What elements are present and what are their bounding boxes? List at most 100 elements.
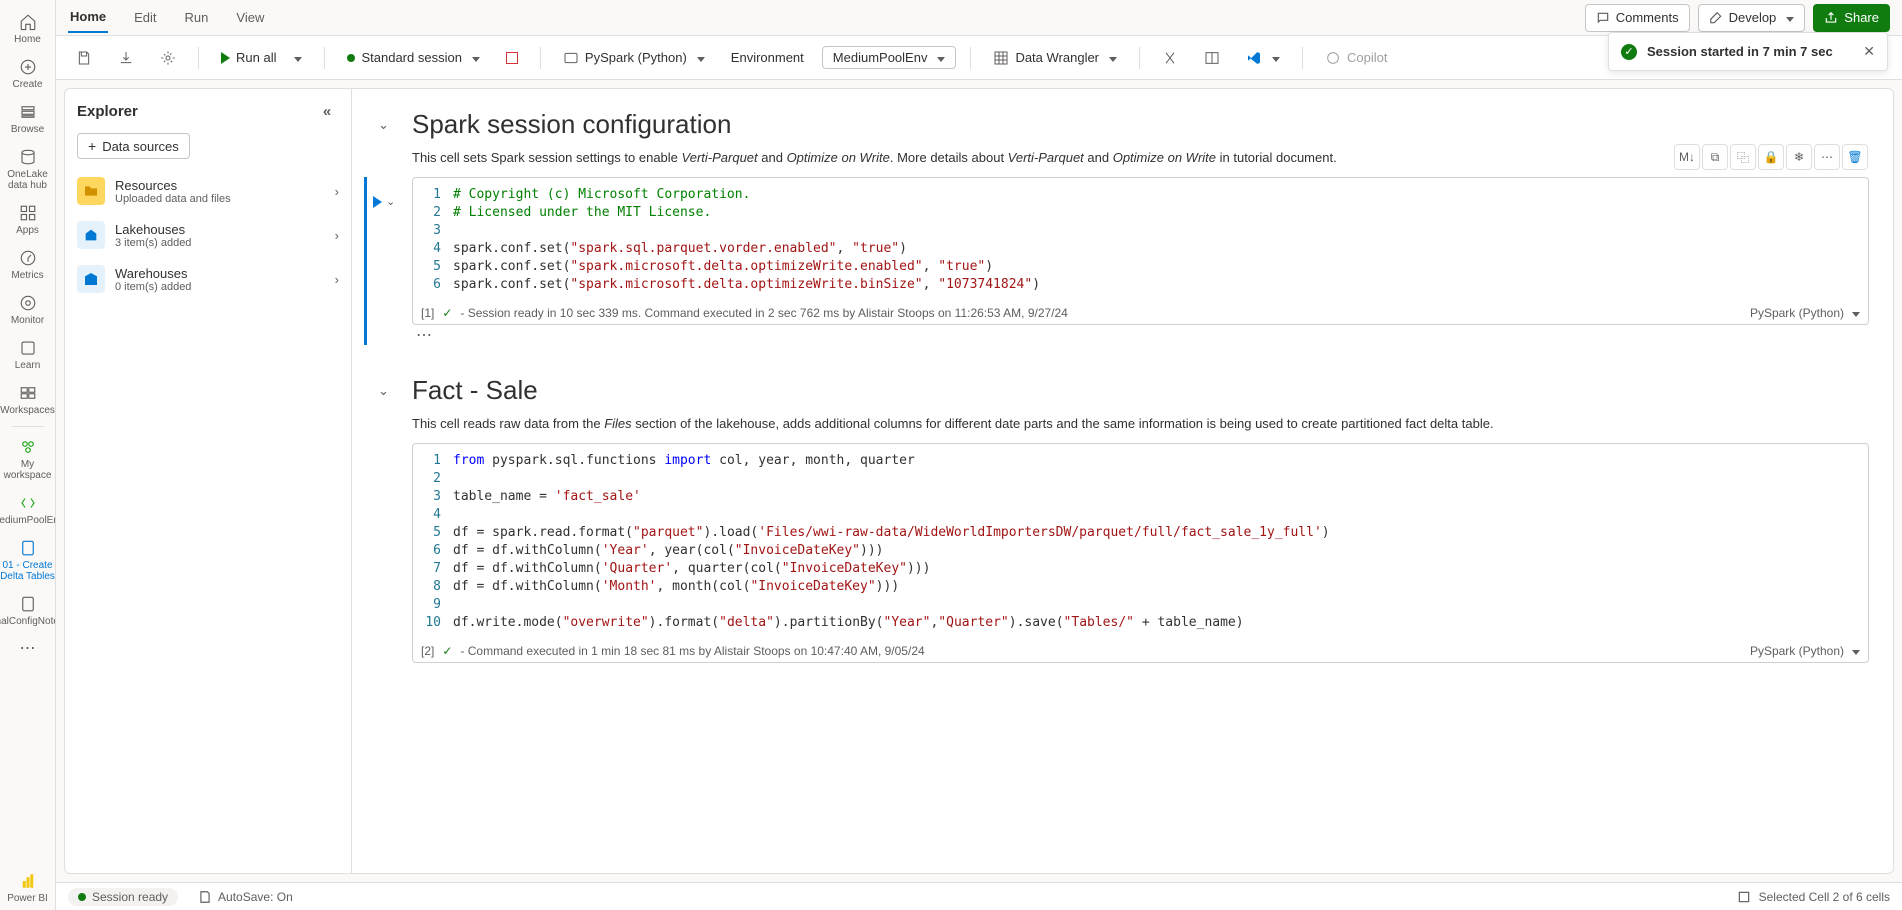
ribbon-tabs: Home Edit Run View Comments Develop Shar… <box>56 0 1902 36</box>
divider <box>970 47 971 69</box>
collapse-cell-icon[interactable]: ⌄ <box>378 383 389 399</box>
add-cell-button[interactable]: ⋯ <box>416 325 1869 345</box>
chevron-right-icon: › <box>335 184 339 199</box>
toast-message: Session started in 7 min 7 sec <box>1647 44 1833 59</box>
session-toast: ✓ Session started in 7 min 7 sec ✕ <box>1608 32 1888 71</box>
chevron-right-icon: › <box>335 228 339 243</box>
check-icon: ✓ <box>1621 44 1637 60</box>
tab-run[interactable]: Run <box>183 4 211 31</box>
variables-button[interactable] <box>1154 46 1186 70</box>
divider <box>1302 47 1303 69</box>
develop-button[interactable]: Develop <box>1698 4 1806 32</box>
notebook-editor[interactable]: ⌄ Spark session configuration This cell … <box>352 88 1894 874</box>
md2-title: Fact - Sale <box>412 375 1869 406</box>
cell-more-button[interactable]: ⋯ <box>1814 144 1840 170</box>
nav-my-workspace[interactable]: My workspace <box>0 431 56 487</box>
settings-button[interactable] <box>152 46 184 70</box>
cell-toolbar: M↓ ⧉ ⿻ 🔒 ❄ ⋯ 🗑 <box>1674 144 1868 170</box>
status-dot-icon <box>78 893 86 901</box>
nav-powerbi[interactable]: Power BI <box>0 865 56 910</box>
comments-button[interactable]: Comments <box>1585 4 1690 32</box>
cell-delete-button[interactable]: 🗑 <box>1842 144 1868 170</box>
line-gutter: 123456 <box>413 178 453 302</box>
nav-notebook-2[interactable]: OptimalConfigNotebook <box>0 588 56 633</box>
rail-separator <box>12 426 44 427</box>
save-button[interactable] <box>68 46 100 70</box>
autosave-status[interactable]: AutoSave: On <box>198 890 293 904</box>
download-button[interactable] <box>110 46 142 70</box>
md1-body: This cell sets Spark session settings to… <box>412 150 1869 165</box>
cell-info: Selected Cell 2 of 6 cells <box>1759 890 1890 904</box>
divider <box>198 47 199 69</box>
cell-lock-button[interactable]: 🔒 <box>1758 144 1784 170</box>
left-nav-rail: Home Create Browse OneLake data hub Apps… <box>0 0 56 910</box>
md2-body: This cell reads raw data from the Files … <box>412 416 1869 431</box>
data-sources-button[interactable]: +Data sources <box>77 133 190 159</box>
environment-label: Environment <box>723 46 812 69</box>
stop-button[interactable] <box>498 48 526 68</box>
nav-learn[interactable]: Learn <box>0 332 56 377</box>
nav-mediumpool[interactable]: MediumPoolEnv <box>0 487 56 532</box>
nav-workspaces[interactable]: Workspaces <box>0 377 56 422</box>
environment-selector[interactable]: MediumPoolEnv <box>822 46 957 69</box>
data-wrangler-button[interactable]: Data Wrangler <box>985 46 1125 70</box>
success-icon: ✓ <box>442 644 452 658</box>
md1-title: Spark session configuration <box>412 109 1869 140</box>
markdown-cell-1[interactable]: Spark session configuration This cell se… <box>364 109 1869 165</box>
collapse-cell-icon[interactable]: ⌄ <box>378 117 389 133</box>
cell-status-bar: [2] ✓ - Command executed in 1 min 18 sec… <box>413 640 1868 662</box>
tab-home[interactable]: Home <box>68 3 108 33</box>
code-content[interactable]: from pyspark.sql.functions import col, y… <box>453 444 1868 640</box>
session-selector[interactable]: Standard session <box>339 46 487 69</box>
nav-monitor[interactable]: Monitor <box>0 287 56 332</box>
nav-notebook-1[interactable]: 01 - Create Delta Tables <box>0 532 56 588</box>
explorer-item-resources[interactable]: ResourcesUploaded data and files › <box>65 169 351 213</box>
code-content[interactable]: # Copyright (c) Microsoft Corporation. #… <box>453 178 1868 302</box>
cell-duplicate-button[interactable]: ⿻ <box>1730 144 1756 170</box>
explorer-item-warehouses[interactable]: Warehouses0 item(s) added › <box>65 257 351 301</box>
nav-create[interactable]: Create <box>0 51 56 96</box>
nav-browse[interactable]: Browse <box>0 96 56 141</box>
run-all-button[interactable]: Run all <box>213 46 310 69</box>
cell-menu-icon[interactable]: ⌄ <box>386 195 395 208</box>
cell-freeze-button[interactable]: ❄ <box>1786 144 1812 170</box>
cell-status-bar: [1] ✓ - Session ready in 10 sec 339 ms. … <box>413 302 1868 324</box>
nav-onelake[interactable]: OneLake data hub <box>0 141 56 197</box>
nav-metrics[interactable]: Metrics <box>0 242 56 287</box>
status-bar: Session ready AutoSave: On Selected Cell… <box>56 882 1902 910</box>
tab-edit[interactable]: Edit <box>132 4 158 31</box>
layout-button[interactable] <box>1196 46 1228 70</box>
toast-close[interactable]: ✕ <box>1863 43 1875 60</box>
explorer-item-lakehouses[interactable]: Lakehouses3 item(s) added › <box>65 213 351 257</box>
nav-home[interactable]: Home <box>0 6 56 51</box>
divider <box>324 47 325 69</box>
lakehouse-icon <box>77 221 105 249</box>
tab-view[interactable]: View <box>234 4 266 31</box>
copilot-button[interactable]: Copilot <box>1317 46 1395 70</box>
divider <box>1139 47 1140 69</box>
success-icon: ✓ <box>442 306 452 320</box>
nav-more[interactable]: ⋯ <box>0 633 56 667</box>
divider <box>540 47 541 69</box>
line-gutter: 12345678910 <box>413 444 453 640</box>
collapse-explorer-icon[interactable]: « <box>315 99 339 123</box>
vscode-button[interactable] <box>1238 46 1288 70</box>
cell-md-button[interactable]: M↓ <box>1674 144 1700 170</box>
status-dot-icon <box>347 54 355 62</box>
language-selector[interactable]: PySpark (Python) <box>555 46 713 70</box>
share-button[interactable]: Share <box>1813 4 1890 32</box>
chevron-right-icon: › <box>335 272 339 287</box>
cell-copy-button[interactable]: ⧉ <box>1702 144 1728 170</box>
explorer-panel: Explorer « +Data sources ResourcesUpload… <box>64 88 352 874</box>
folder-icon <box>77 177 105 205</box>
warehouse-icon <box>77 265 105 293</box>
stop-icon <box>506 52 518 64</box>
session-status[interactable]: Session ready <box>68 888 178 906</box>
nav-apps[interactable]: Apps <box>0 197 56 242</box>
code-cell-2[interactable]: 12345678910 from pyspark.sql.functions i… <box>412 443 1869 663</box>
explorer-title: Explorer <box>77 103 138 120</box>
code-cell-1[interactable]: ⌄ M↓ ⧉ ⿻ 🔒 ❄ ⋯ 🗑 123456 <box>364 177 1869 345</box>
markdown-cell-2[interactable]: Fact - Sale This cell reads raw data fro… <box>364 375 1869 431</box>
run-cell-icon[interactable] <box>373 196 382 208</box>
play-icon <box>221 52 230 64</box>
